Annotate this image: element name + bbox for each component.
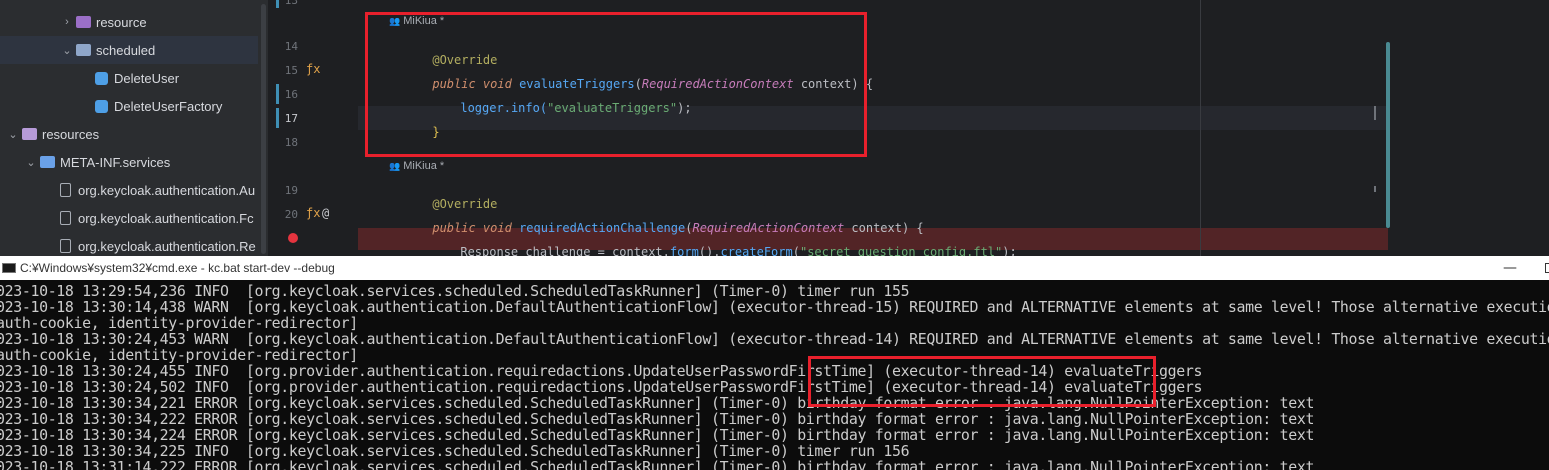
line-number: 20 (284, 208, 298, 221)
tree-item-authentication-fc[interactable]: org.keycloak.authentication.Fc (0, 204, 258, 232)
class-icon (92, 99, 110, 113)
folder-icon (38, 155, 56, 169)
package-icon (74, 15, 92, 29)
line-number: 17 (284, 112, 298, 125)
log-line: 023-10-18 13:31:14,222 ERROR [org.keyclo… (0, 458, 1315, 470)
cmd-window[interactable]: C:¥Windows¥system32¥cmd.exe - kc.bat sta… (0, 256, 1549, 470)
breakpoint-icon[interactable] (288, 233, 298, 243)
project-tree: › resource ⌄ scheduled DeleteUser Delete… (0, 0, 268, 256)
user-icon: 👥 (389, 161, 401, 171)
tree-scrollbar[interactable] (260, 0, 267, 256)
line-number: 14 (284, 40, 298, 53)
tree-item-label: resources (42, 126, 100, 142)
line-number: 16 (284, 88, 298, 101)
resources-folder-icon (20, 127, 38, 141)
line-number: 13 (284, 0, 298, 7)
chevron-right-icon[interactable]: › (60, 16, 74, 28)
tree-item-meta-inf-services[interactable]: ⌄ META-INF.services (0, 148, 258, 176)
line-number: 19 (284, 184, 298, 197)
tree-item-deleteuser[interactable]: DeleteUser (0, 64, 258, 92)
code-line-21[interactable]: Response challenge = context.form().crea… (417, 231, 1016, 256)
minimap-marker (1374, 106, 1376, 120)
minimap-marker (1374, 186, 1376, 192)
chevron-down-icon[interactable]: ⌄ (60, 44, 74, 57)
maximize-icon (1545, 263, 1549, 273)
maximize-button[interactable] (1530, 256, 1549, 280)
editor-divider (1200, 0, 1201, 256)
log-line: auth-cookie, identity-provider-redirecto… (0, 314, 358, 332)
tree-item-resource[interactable]: › resource (0, 8, 258, 36)
minimize-button[interactable]: — (1490, 256, 1530, 280)
file-icon (56, 211, 74, 225)
tree-item-label: DeleteUserFactory (114, 98, 223, 114)
code-author-hint[interactable]: 👥 MiKiua * (389, 160, 444, 172)
log-line: 023-10-18 13:29:54,236 INFO [org.keycloa… (0, 282, 910, 300)
implementation-icon[interactable]: ƒx (306, 206, 320, 220)
chevron-down-icon[interactable]: ⌄ (24, 156, 38, 169)
log-line: 023-10-18 13:30:34,222 ERROR [org.keyclo… (0, 410, 1315, 428)
log-line: 023-10-18 13:30:34,224 ERROR [org.keyclo… (0, 426, 1315, 444)
highlight-box-code (365, 12, 867, 157)
tree-item-label: DeleteUser (114, 70, 180, 86)
change-marker[interactable] (276, 108, 279, 128)
tree-item-authentication-au[interactable]: org.keycloak.authentication.Au (0, 176, 258, 204)
log-line: auth-cookie, identity-provider-redirecto… (0, 346, 358, 364)
cmd-output[interactable]: 023-10-18 13:29:54,236 INFO [org.keycloa… (0, 280, 1549, 470)
tree-item-resources[interactable]: ⌄ resources (0, 120, 258, 148)
cmd-title: C:¥Windows¥system32¥cmd.exe - kc.bat sta… (20, 261, 335, 275)
log-line: 023-10-18 13:30:34,225 INFO [org.keycloa… (0, 442, 910, 460)
package-icon (74, 43, 92, 57)
file-icon (56, 239, 74, 253)
scrollbar-thumb[interactable] (261, 4, 266, 254)
line-number: 15 (284, 64, 298, 77)
log-line: 023-10-18 13:30:24,453 WARN [org.keycloa… (0, 330, 1549, 348)
file-icon (56, 183, 74, 197)
log-line: 023-10-18 13:30:14,438 WARN [org.keycloa… (0, 298, 1549, 316)
implementation-icon[interactable]: ƒx (306, 62, 320, 76)
line-number: 18 (284, 136, 298, 149)
editor-scrollbar[interactable] (1386, 42, 1390, 228)
cmd-icon (2, 263, 16, 273)
tree-item-label: org.keycloak.authentication.Re (78, 238, 256, 254)
cmd-titlebar[interactable]: C:¥Windows¥system32¥cmd.exe - kc.bat sta… (0, 256, 1549, 280)
editor-gutter[interactable]: 13 14 15 16 17 18 19 20 ƒx ƒx @ (268, 0, 358, 256)
tree-item-scheduled[interactable]: ⌄ scheduled (0, 36, 258, 64)
tree-item-label: org.keycloak.authentication.Au (78, 182, 256, 198)
annotation-icon[interactable]: @ (322, 206, 329, 220)
tree-item-label: META-INF.services (60, 154, 171, 170)
change-marker[interactable] (276, 0, 279, 8)
chevron-down-icon[interactable]: ⌄ (6, 128, 20, 141)
tree-item-authentication-re[interactable]: org.keycloak.authentication.Re (0, 232, 258, 256)
highlight-box-log (808, 356, 1156, 407)
tree-item-label: org.keycloak.authentication.Fc (78, 210, 254, 226)
class-icon (92, 71, 110, 85)
tree-item-label: scheduled (96, 42, 156, 58)
ide-window: › resource ⌄ scheduled DeleteUser Delete… (0, 0, 1549, 256)
tree-item-deleteuserfactory[interactable]: DeleteUserFactory (0, 92, 258, 120)
change-marker[interactable] (276, 84, 279, 104)
tree-item-label: resource (96, 14, 147, 30)
